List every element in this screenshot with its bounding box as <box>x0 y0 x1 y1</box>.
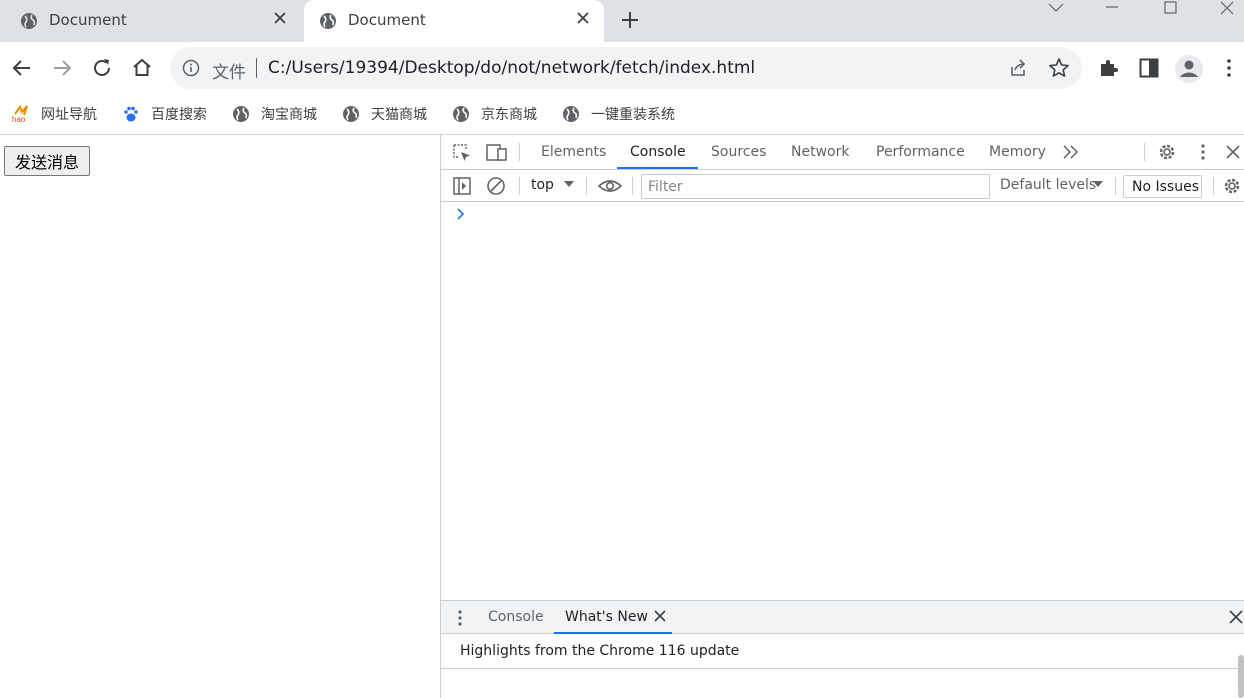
tab-console[interactable]: Console <box>630 144 686 160</box>
inspect-element-icon[interactable] <box>452 143 472 163</box>
tab-title: Document <box>49 11 127 29</box>
close-drawer-tab-icon[interactable] <box>653 609 667 623</box>
live-expression-eye-icon[interactable] <box>598 177 622 195</box>
globe-icon <box>319 12 337 30</box>
issues-button[interactable]: No Issues <box>1123 175 1202 198</box>
tab-performance[interactable]: Performance <box>876 144 965 160</box>
settings-gear-icon[interactable] <box>1157 142 1177 162</box>
hao-icon: hao <box>12 105 30 123</box>
reload-icon[interactable] <box>90 56 114 80</box>
tab-network[interactable]: Network <box>791 144 849 160</box>
bookmark-tmall[interactable]: 天猫商城 <box>342 104 427 124</box>
share-icon[interactable] <box>1008 58 1028 78</box>
globe-icon <box>452 105 470 123</box>
scheme-label: 文件 <box>212 63 246 83</box>
context-dropdown-icon[interactable] <box>563 179 575 191</box>
send-message-button[interactable]: 发送消息 <box>4 146 90 176</box>
log-levels-select[interactable]: Default levels <box>1000 177 1096 193</box>
globe-icon <box>232 105 250 123</box>
bookmarks-bar: hao 网址导航 百度搜索 淘宝商城 天猫商城 京东商城 一键重装系统 <box>0 94 1244 134</box>
drawer-tab-whats-new[interactable]: What's New <box>565 609 648 625</box>
chrome-menu-icon[interactable] <box>1219 58 1239 78</box>
close-tab-icon[interactable] <box>272 10 288 26</box>
bookmark-label: 一键重装系统 <box>591 107 675 123</box>
address-bar[interactable]: 文件 C:/Users/19394/Desktop/do/not/network… <box>170 47 1082 89</box>
bookmark-label: 京东商城 <box>481 107 537 123</box>
globe-icon <box>20 12 38 30</box>
bookmark-hao[interactable]: hao 网址导航 <box>12 104 97 124</box>
toolbar-divider <box>586 177 587 195</box>
tab-inactive[interactable]: Document <box>0 0 300 42</box>
bookmark-label: 网址导航 <box>41 107 97 123</box>
toolbar-divider <box>1115 177 1116 195</box>
console-settings-gear-icon[interactable] <box>1222 176 1242 196</box>
tab-title: Document <box>348 11 426 29</box>
drawer-active-indicator <box>554 632 672 634</box>
toolbar-divider <box>519 177 520 195</box>
active-tab-indicator <box>617 167 698 169</box>
minimize-icon[interactable] <box>1089 0 1135 32</box>
device-toolbar-icon[interactable] <box>486 143 508 163</box>
toolbar-divider <box>632 177 633 195</box>
tab-sources[interactable]: Sources <box>711 144 766 160</box>
bookmark-baidu[interactable]: 百度搜索 <box>122 104 207 124</box>
bookmark-reinstall[interactable]: 一键重装系统 <box>562 104 675 124</box>
tab-strip: Document Document <box>0 0 1244 42</box>
omnibox-divider <box>256 58 257 78</box>
toolbar-divider <box>1213 177 1214 195</box>
console-prompt-chevron-icon[interactable] <box>456 208 466 220</box>
svg-text:hao: hao <box>12 115 26 123</box>
close-tab-icon[interactable] <box>575 10 591 26</box>
sidebar-toggle-icon[interactable] <box>452 176 472 196</box>
bookmark-label: 天猫商城 <box>371 107 427 123</box>
customize-menu-icon[interactable] <box>1193 142 1213 162</box>
drawer-menu-icon[interactable] <box>454 609 466 627</box>
url-text[interactable]: C:/Users/19394/Desktop/do/not/network/fe… <box>268 58 755 78</box>
close-drawer-icon[interactable] <box>1228 609 1244 625</box>
drawer-tab-bar: Console What's New <box>441 600 1244 634</box>
whats-new-heading: Highlights from the Chrome 116 update <box>460 643 740 659</box>
bookmark-jd[interactable]: 京东商城 <box>452 104 537 124</box>
globe-icon <box>562 105 580 123</box>
browser-toolbar: 文件 C:/Users/19394/Desktop/do/not/network… <box>0 42 1244 94</box>
tab-search-chevron-icon[interactable] <box>1033 0 1079 32</box>
close-devtools-icon[interactable] <box>1223 142 1243 162</box>
more-tabs-chevron-icon[interactable] <box>1062 144 1080 160</box>
drawer-tab-console[interactable]: Console <box>488 609 544 625</box>
clear-console-icon[interactable] <box>486 176 506 196</box>
new-tab-plus-icon[interactable] <box>619 9 641 31</box>
info-icon[interactable] <box>182 59 200 77</box>
home-icon[interactable] <box>130 56 154 80</box>
forward-icon[interactable] <box>50 56 74 80</box>
toolbar-divider <box>519 143 520 161</box>
drawer-divider <box>441 668 1244 669</box>
tab-memory[interactable]: Memory <box>989 144 1046 160</box>
levels-dropdown-icon[interactable] <box>1092 179 1104 191</box>
baidu-paw-icon <box>122 105 140 123</box>
bookmark-label: 淘宝商城 <box>261 107 317 123</box>
tab-elements[interactable]: Elements <box>541 144 606 160</box>
side-panel-icon[interactable] <box>1139 58 1159 78</box>
profile-avatar-icon[interactable] <box>1174 54 1204 84</box>
context-select[interactable]: top <box>531 177 554 193</box>
drawer-scrollbar[interactable] <box>1238 655 1244 698</box>
bookmark-star-icon[interactable] <box>1048 57 1070 79</box>
devtools-tab-bar: Elements Console Sources Network Perform… <box>441 135 1244 170</box>
bookmark-taobao[interactable]: 淘宝商城 <box>232 104 317 124</box>
bookmark-label: 百度搜索 <box>151 107 207 123</box>
page-viewport: 发送消息 <box>0 135 440 698</box>
tab-active[interactable]: Document <box>304 0 604 42</box>
close-window-icon[interactable] <box>1198 0 1244 32</box>
toolbar-divider <box>1144 143 1145 161</box>
console-toolbar: top Filter Default levels No Issues <box>441 170 1244 202</box>
globe-icon <box>342 105 360 123</box>
back-icon[interactable] <box>10 56 34 80</box>
maximize-icon[interactable] <box>1147 0 1193 32</box>
extensions-puzzle-icon[interactable] <box>1098 57 1120 79</box>
devtools-panel: Elements Console Sources Network Perform… <box>440 135 1244 698</box>
filter-input[interactable]: Filter <box>641 174 990 199</box>
